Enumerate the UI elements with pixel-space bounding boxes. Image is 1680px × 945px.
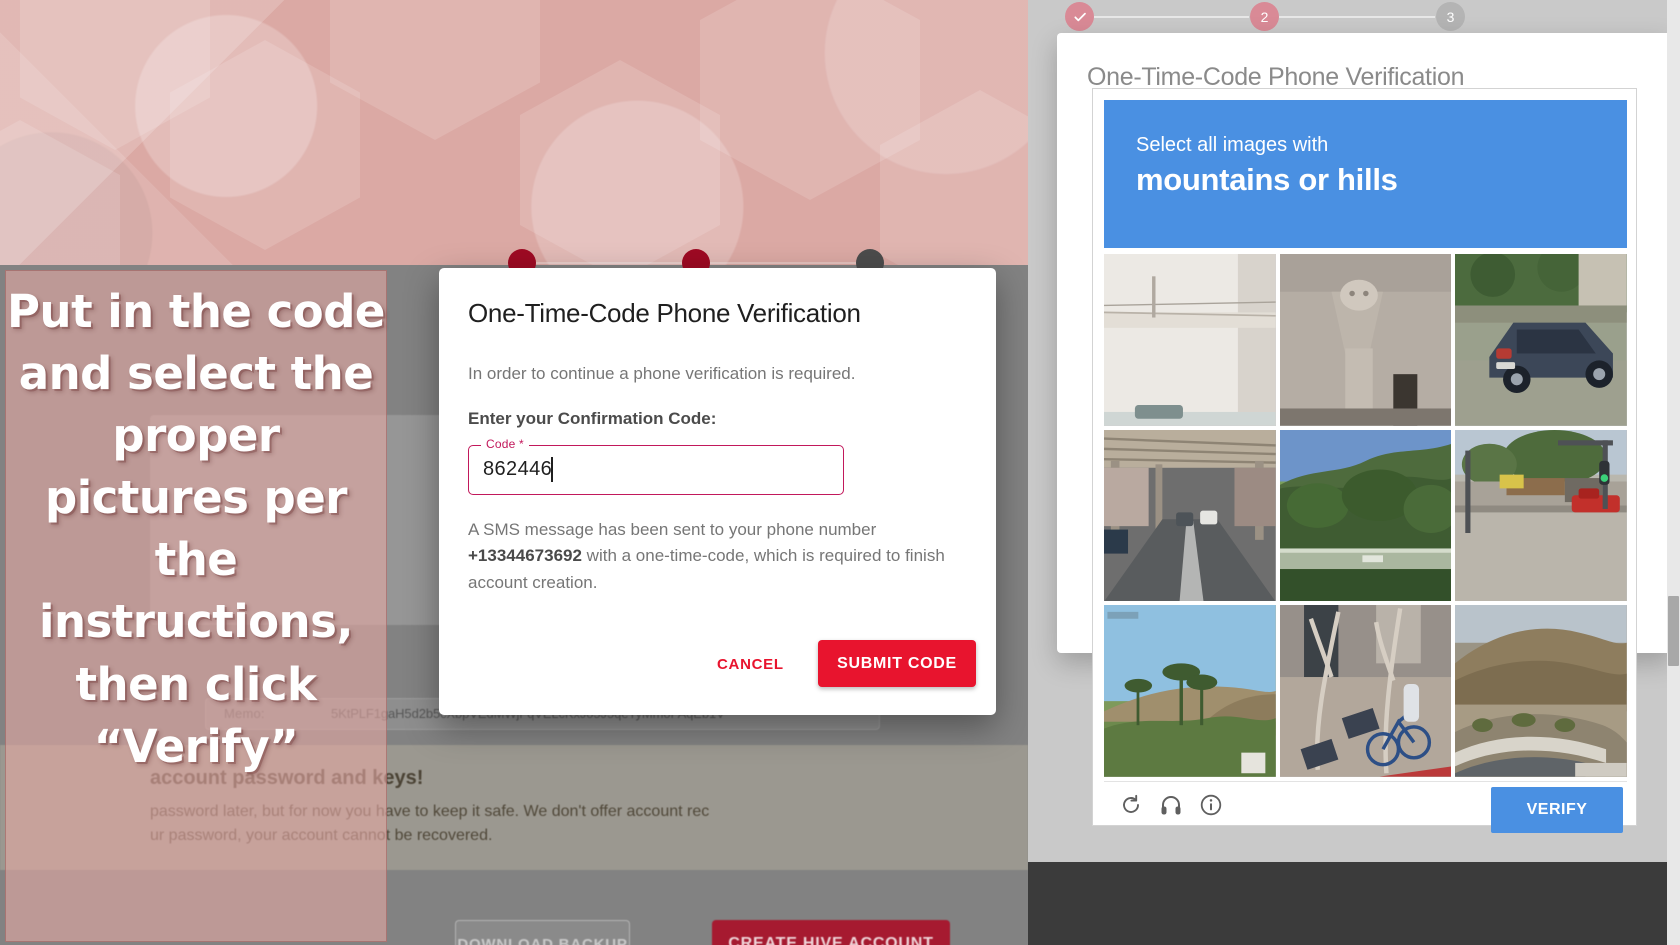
code-input-legend: Code * [481,437,529,451]
instruction-caption-text: Put in the code and select the proper pi… [7,285,385,773]
screenshot-root: Memo: 5KtPLF1gaH5d2b5cXbpVEdMWjFqVELcKxJ… [0,0,1680,945]
captcha-tile-9[interactable] [1455,605,1627,777]
headphones-icon[interactable] [1156,790,1186,820]
left-screenshot: Memo: 5KtPLF1gaH5d2b5cXbpVEdMWjFqVELcKxJ… [0,0,1028,945]
otp-note-prefix: A SMS message has been sent to your phon… [468,520,877,539]
otp-dialog: One-Time-Code Phone Verification In orde… [439,268,996,715]
verify-button[interactable]: VERIFY [1491,787,1623,833]
recaptcha-widget: Select all images with mountains or hill… [1092,88,1637,833]
otp-dialog-subtitle: In order to continue a phone verificatio… [468,364,856,383]
bottom-dark-bar [1028,862,1680,945]
right-step-line-2 [1279,16,1435,18]
info-icon[interactable] [1196,790,1226,820]
captcha-prompt-line-2: mountains or hills [1136,162,1398,197]
cancel-button[interactable]: CANCEL [705,646,796,682]
instruction-caption-box: Put in the code and select the proper pi… [5,270,387,942]
captcha-tile-1[interactable] [1104,254,1276,426]
captcha-prompt-line-1: Select all images with [1136,134,1329,156]
captcha-prompt-banner: Select all images with mountains or hill… [1104,100,1627,248]
right-step-1[interactable] [1065,2,1094,31]
captcha-tile-8[interactable] [1279,605,1452,777]
submit-code-button[interactable]: SUBMIT CODE [818,640,976,687]
otp-sms-note: A SMS message has been sent to your phon… [468,517,963,596]
left-step-line-1 [536,262,682,264]
right-stepper: 2 3 [1028,0,1680,36]
check-icon [1073,12,1086,21]
tile-4-image [1104,429,1276,602]
left-step-line-2 [710,262,856,264]
page-scrollbar-thumb[interactable] [1668,596,1679,666]
tile-9-image [1455,605,1627,777]
otp-note-phone: +13344673692 [468,546,582,566]
captcha-tile-7[interactable] [1104,605,1276,777]
otp-dialog-title: One-Time-Code Phone Verification [468,298,861,328]
captcha-tile-2[interactable] [1279,254,1452,426]
tile-3-image [1455,254,1627,426]
reload-icon[interactable] [1116,790,1146,820]
otp-field-heading: Enter your Confirmation Code: [468,409,717,428]
captcha-image-grid [1104,254,1627,777]
tile-5-image [1279,429,1452,602]
tile-7-image [1104,605,1276,777]
captcha-tile-6[interactable] [1455,429,1627,602]
page-scrollbar-track[interactable] [1667,0,1680,945]
tile-1-image [1104,254,1276,426]
tile-8-image [1279,605,1452,777]
download-backup-button[interactable]: DOWNLOAD BACKUP [455,920,630,945]
text-caret [551,457,553,482]
code-input[interactable]: Code * 862446 [468,437,844,495]
tile-6-image [1455,429,1627,602]
captcha-tile-4[interactable] [1104,429,1276,602]
code-input-value: 862446 [483,458,553,480]
right-step-2[interactable]: 2 [1250,2,1279,31]
tile-2-image [1279,254,1452,426]
hexagon-background [0,0,1028,340]
captcha-footer: VERIFY [1104,781,1627,833]
captcha-tile-3[interactable] [1455,254,1627,426]
right-step-3[interactable]: 3 [1436,2,1465,31]
right-step-line-1 [1094,16,1249,18]
captcha-tile-5[interactable] [1279,429,1452,602]
create-hive-account-button[interactable]: CREATE HIVE ACCOUNT [712,920,950,945]
